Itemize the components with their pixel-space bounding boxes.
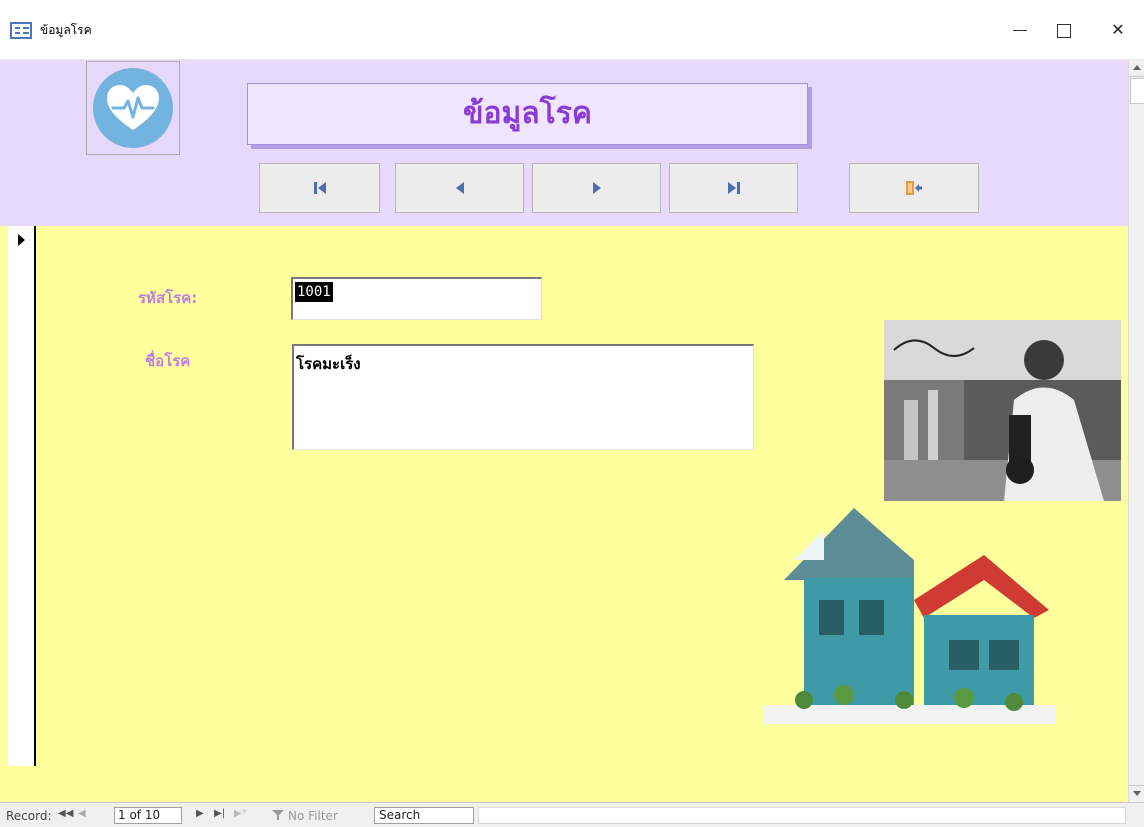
disease-code-value: 1001 <box>295 282 333 302</box>
record-selector[interactable] <box>8 226 36 766</box>
record-navigation-bar: Record: ◀◀ ◀ 1 of 10 ▶ ▶| ▶* No Filter S… <box>0 802 1144 827</box>
form-icon <box>10 22 32 39</box>
first-record-nav-icon[interactable]: ◀◀ <box>58 808 73 819</box>
minimize-button[interactable] <box>1000 14 1040 46</box>
first-record-button[interactable] <box>259 163 380 213</box>
disease-name-field[interactable]: โรคมะเร็ง <box>292 344 754 450</box>
disease-code-field[interactable]: 1001 <box>291 277 542 320</box>
vertical-scrollbar[interactable] <box>1128 60 1144 802</box>
historic-photo <box>884 320 1121 501</box>
exit-door-icon <box>906 181 922 195</box>
disease-code-label: รหัสโรค: <box>138 289 198 307</box>
scroll-up-icon[interactable] <box>1129 60 1144 77</box>
scroll-down-icon[interactable] <box>1129 785 1144 802</box>
last-record-button[interactable] <box>669 163 798 213</box>
filter-icon[interactable] <box>272 810 284 820</box>
form-title: ข้อมูลโรค <box>463 96 592 131</box>
next-record-icon <box>592 182 601 194</box>
first-record-icon <box>313 182 326 194</box>
previous-record-nav-icon[interactable]: ◀ <box>78 808 86 819</box>
minimize-icon <box>1013 30 1027 31</box>
filter-status[interactable]: No Filter <box>288 809 338 823</box>
form-title-box: ข้อมูลโรค <box>247 83 808 145</box>
disease-name-label: ชื่อโรค <box>145 352 191 370</box>
last-record-icon <box>727 182 740 194</box>
current-record-icon <box>18 234 25 246</box>
search-input[interactable]: Search <box>374 807 474 824</box>
new-record-nav-icon[interactable]: ▶* <box>234 808 247 819</box>
maximize-icon <box>1057 23 1071 38</box>
scroll-thumb[interactable] <box>1130 78 1144 104</box>
horizontal-scroll-area <box>478 807 1126 824</box>
disease-name-value: โรคมะเร็ง <box>296 355 361 373</box>
previous-record-icon <box>455 182 464 194</box>
last-record-nav-icon[interactable]: ▶| <box>214 808 225 819</box>
heart-pulse-icon <box>93 68 173 148</box>
exit-button[interactable] <box>849 163 979 213</box>
record-label: Record: <box>6 809 52 823</box>
logo <box>86 61 180 155</box>
previous-record-button[interactable] <box>395 163 524 213</box>
next-record-nav-icon[interactable]: ▶ <box>196 808 204 819</box>
window-title-bar <box>0 0 1144 60</box>
window-title: ข้อมูลโรค <box>40 23 92 37</box>
house-image <box>764 500 1056 724</box>
close-icon: ✕ <box>1111 20 1125 39</box>
close-button[interactable]: ✕ <box>1098 14 1138 46</box>
record-position-input[interactable]: 1 of 10 <box>114 807 182 824</box>
maximize-button[interactable] <box>1044 14 1084 46</box>
next-record-button[interactable] <box>532 163 661 213</box>
